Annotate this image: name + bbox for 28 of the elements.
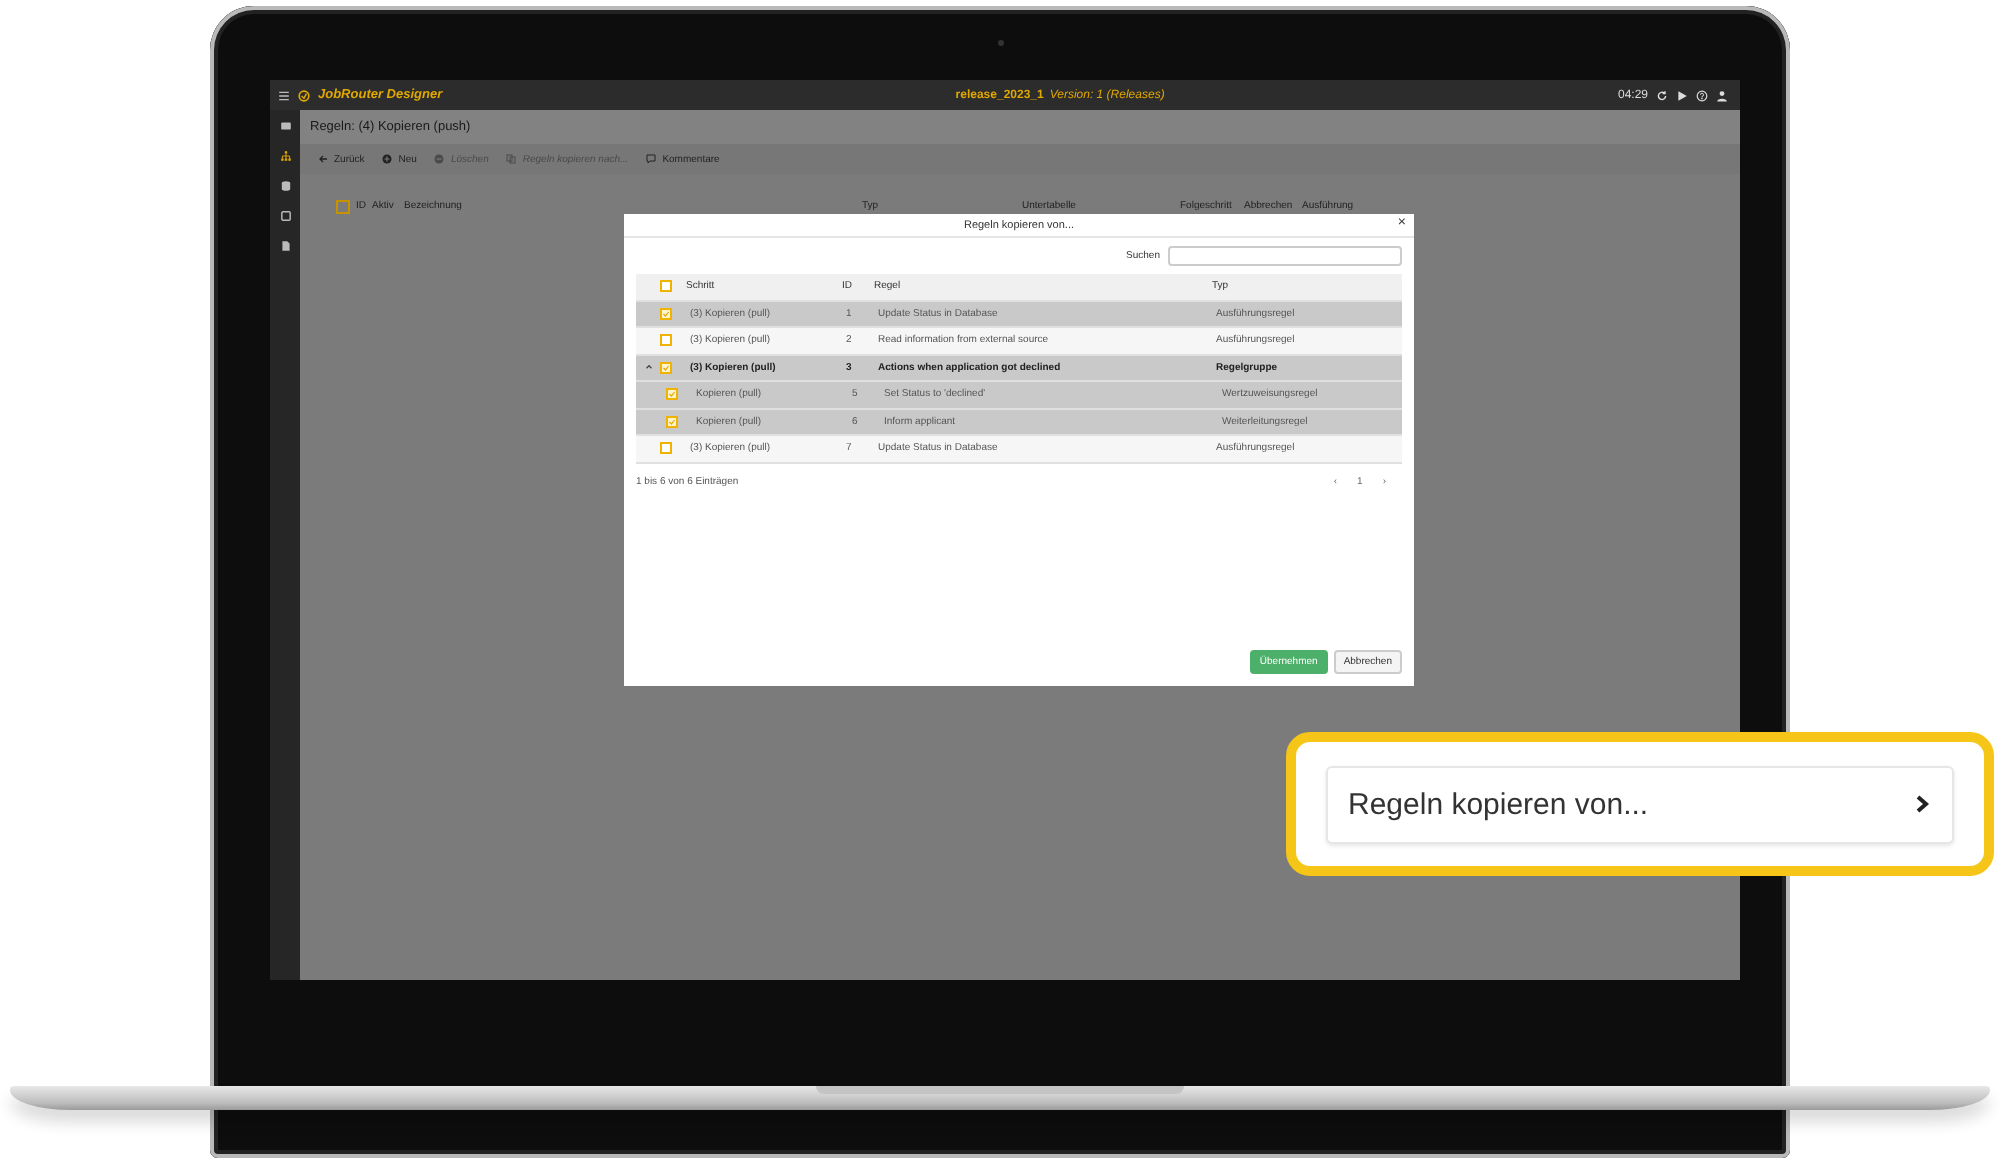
chevron-right-icon [1912,794,1932,814]
checkbox[interactable] [666,415,678,428]
comment-icon [646,154,657,164]
menu-item[interactable]: Regeln kopieren von... [1326,765,1954,843]
logo-icon [298,89,310,101]
add-icon [382,154,393,164]
checkbox[interactable] [660,307,672,320]
box-icon[interactable] [279,210,291,222]
checkbox[interactable] [336,199,350,213]
database-icon[interactable] [279,180,291,192]
user-icon[interactable] [1716,89,1728,101]
sitemap-icon[interactable] [279,150,291,162]
collapse-icon[interactable] [643,362,653,373]
document-icon[interactable] [279,240,291,252]
delete-icon [434,154,445,164]
help-icon[interactable] [1696,89,1708,101]
checkbox[interactable] [660,442,672,455]
menu-icon[interactable] [278,89,290,101]
checkbox[interactable] [660,280,672,293]
play-icon[interactable] [1676,89,1688,101]
checkbox[interactable] [660,334,672,347]
back-arrow-icon [318,154,328,164]
copy-icon [506,154,517,164]
search-field[interactable] [1168,246,1402,266]
checkbox[interactable] [666,388,678,401]
card-icon[interactable] [279,120,291,132]
refresh-icon[interactable] [1656,89,1668,101]
checkbox[interactable] [660,361,672,374]
